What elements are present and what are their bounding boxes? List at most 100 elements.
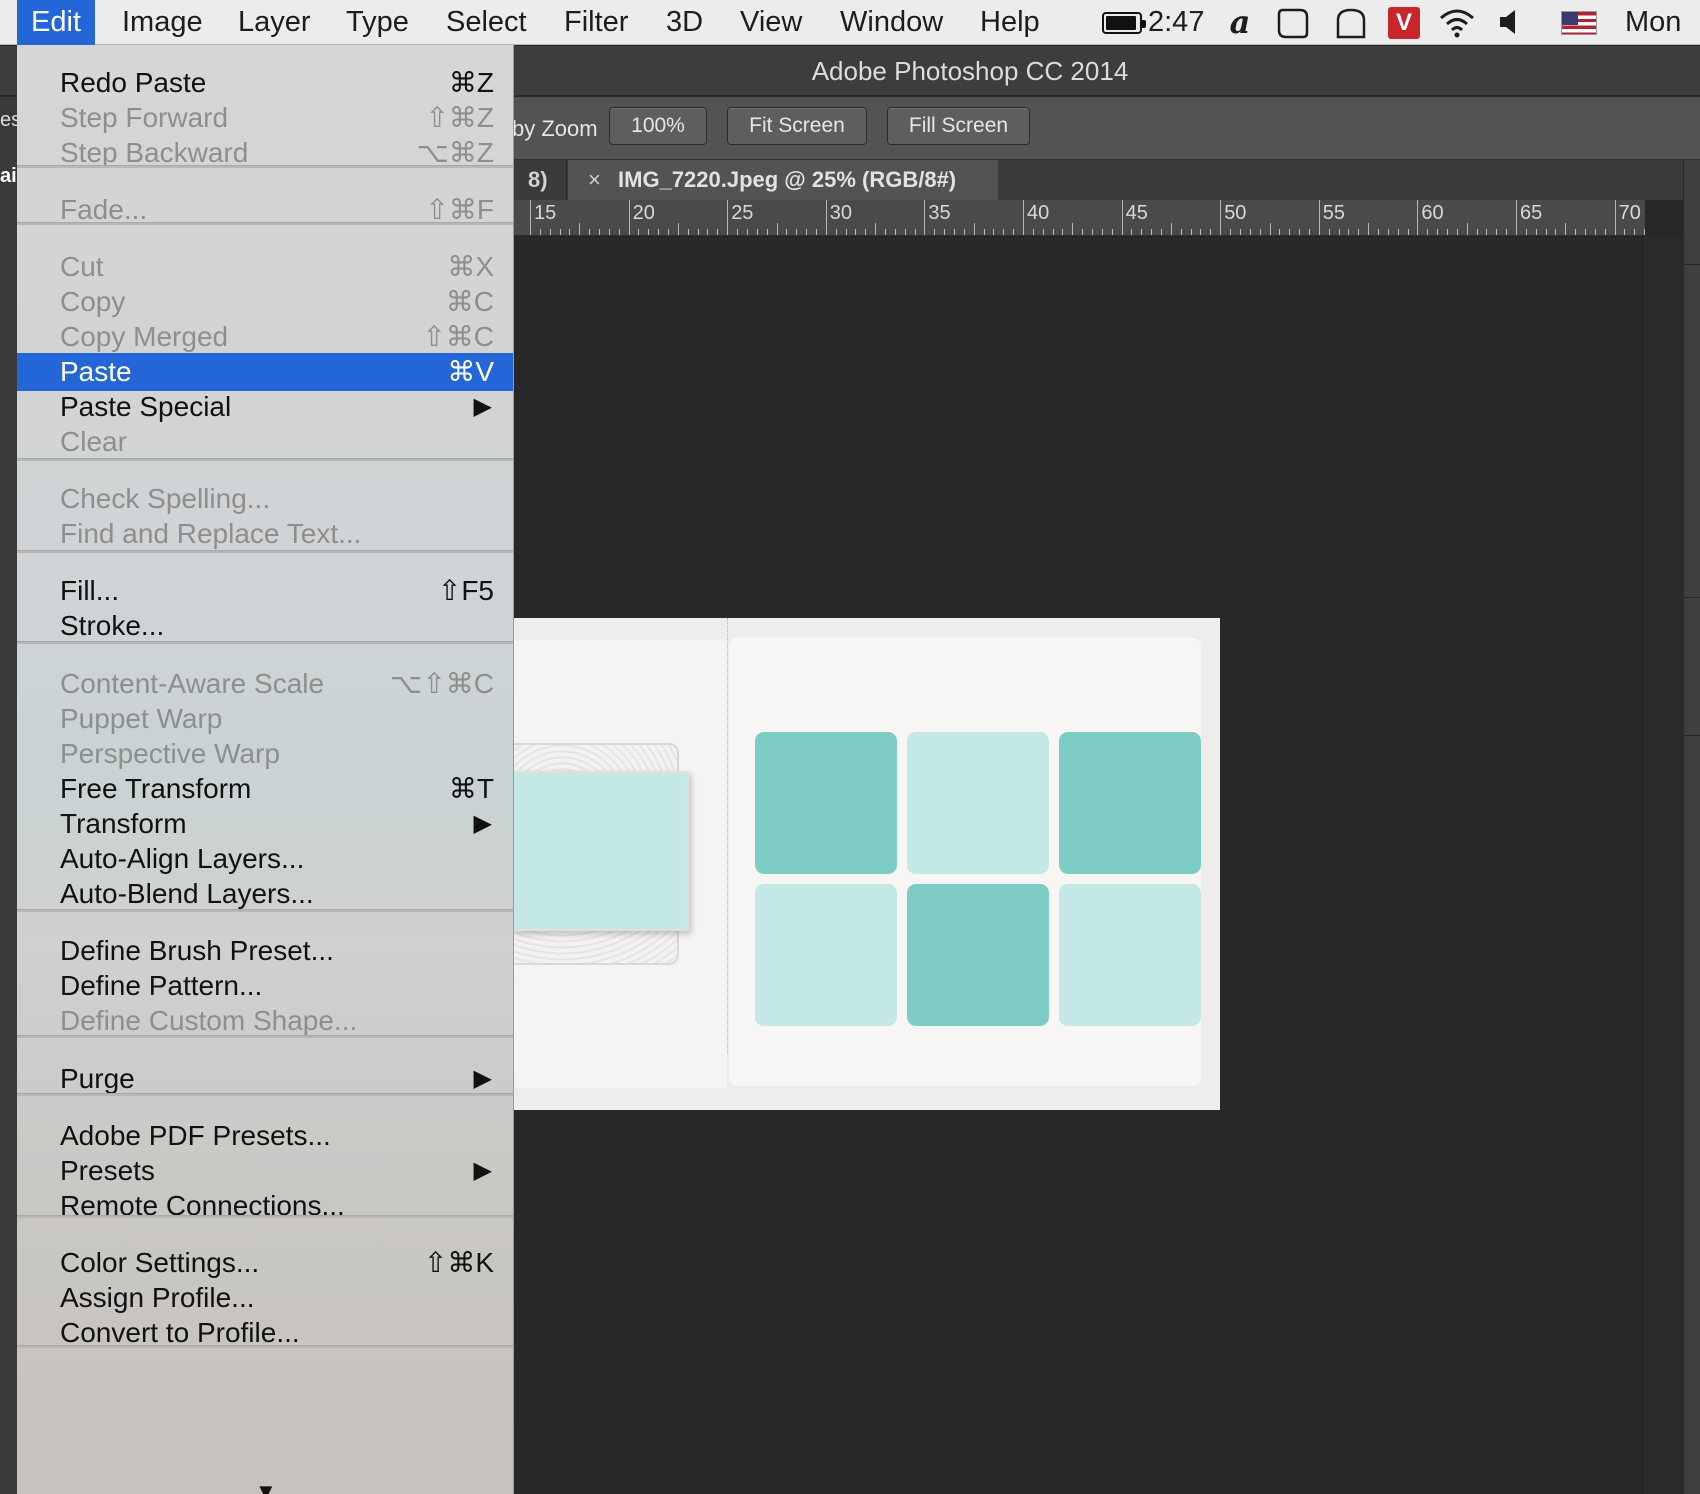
menu-item-label: Check Spelling... bbox=[60, 483, 271, 514]
menu-item-label: Copy bbox=[60, 286, 126, 317]
horizontal-ruler[interactable]: 15 20 25 30 35 40 45 50 55 60 65 70 bbox=[500, 200, 1645, 236]
menu-item-shortcut: ⌘T bbox=[448, 773, 494, 804]
ruler-minor-tick bbox=[1052, 229, 1054, 235]
fit-screen-button[interactable]: Fit Screen bbox=[727, 107, 867, 145]
zoom-100-button[interactable]: 100% bbox=[609, 107, 707, 145]
ruler-minor-tick bbox=[1496, 229, 1498, 235]
menu-separator bbox=[17, 1215, 513, 1218]
menu-item-color-settings[interactable]: Color Settings... ⇧⌘K bbox=[17, 1244, 513, 1282]
menu-item-auto-align-layers[interactable]: Auto-Align Layers... bbox=[17, 840, 513, 878]
canvas-right-panel bbox=[729, 638, 1201, 1086]
menubar-filter[interactable]: Filter bbox=[564, 0, 628, 45]
menu-item-label: Step Forward bbox=[60, 102, 229, 133]
menu-item-label: Free Transform bbox=[60, 773, 252, 804]
menu-item-transform[interactable]: Transform ▶ bbox=[17, 805, 513, 843]
tab-previous-document[interactable]: 8) bbox=[512, 160, 567, 200]
ruler-minor-tick bbox=[1486, 229, 1488, 235]
ruler-minor-tick bbox=[1200, 229, 1202, 235]
ruler-minor-tick bbox=[1062, 229, 1064, 235]
menu-item-define-pattern[interactable]: Define Pattern... bbox=[17, 967, 513, 1005]
menubar-layer[interactable]: Layer bbox=[238, 0, 311, 45]
ruler-minor-tick bbox=[983, 229, 985, 235]
ruler-minor-tick bbox=[776, 223, 778, 235]
menu-item-label: Stroke... bbox=[60, 610, 165, 641]
ruler-minor-tick bbox=[1269, 223, 1271, 235]
ruler-minor-tick bbox=[1575, 229, 1577, 235]
menu-item-remote-connections[interactable]: Remote Connections... bbox=[17, 1187, 513, 1225]
menubar-edit[interactable]: Edit bbox=[17, 0, 95, 45]
vivaldi-icon[interactable]: V bbox=[1388, 7, 1420, 39]
menu-separator bbox=[17, 641, 513, 644]
ruler-minor-tick bbox=[1299, 229, 1301, 235]
menu-item-auto-blend-layers[interactable]: Auto-Blend Layers... bbox=[17, 875, 513, 913]
menu-item-label: Define Brush Preset... bbox=[60, 935, 334, 966]
ruler-minor-tick bbox=[973, 223, 975, 235]
menu-item-label: Color Settings... bbox=[60, 1247, 260, 1278]
menu-item-fill[interactable]: Fill... ⇧F5 bbox=[17, 572, 513, 610]
ruler-label: 15 bbox=[534, 202, 557, 224]
ruler-minor-tick bbox=[1565, 223, 1567, 235]
tab-close-icon[interactable]: × bbox=[588, 160, 601, 200]
menu-item-clear: Clear bbox=[17, 423, 513, 461]
menubar-day[interactable]: Mon F bbox=[1625, 0, 1700, 83]
tile-5 bbox=[907, 884, 1049, 1026]
menu-separator bbox=[17, 165, 513, 168]
menubar-3d[interactable]: 3D bbox=[666, 0, 703, 45]
menu-item-shortcut: ⌘X bbox=[447, 251, 494, 282]
menu-item-label: Transform bbox=[60, 808, 187, 839]
us-flag-icon[interactable] bbox=[1561, 11, 1597, 35]
ruler-minor-tick bbox=[953, 229, 955, 235]
ruler-minor-tick bbox=[1348, 229, 1350, 235]
menubar-clock[interactable]: 2:47 bbox=[1148, 0, 1204, 45]
ruler-label: 30 bbox=[829, 202, 853, 224]
tools-panel-fragment-2: ai bbox=[0, 165, 17, 187]
ruler-minor-tick bbox=[1338, 229, 1340, 235]
ruler-minor-tick bbox=[1358, 229, 1360, 235]
ruler-minor-tick bbox=[1466, 223, 1468, 235]
menu-item-shortcut: ⇧F5 bbox=[437, 575, 494, 606]
ruler-major-tick bbox=[924, 200, 926, 235]
menu-scroll-down-icon[interactable]: ▼ bbox=[255, 1479, 277, 1494]
menubar-help[interactable]: Help bbox=[980, 0, 1040, 45]
ruler-major-tick bbox=[1614, 200, 1616, 235]
ruler-minor-tick bbox=[1604, 229, 1606, 235]
ruler-major-tick bbox=[1121, 200, 1123, 235]
volume-icon[interactable] bbox=[1495, 0, 1525, 45]
tab-img-7220[interactable]: × IMG_7220.Jpeg @ 25% (RGB/8#) bbox=[568, 160, 998, 200]
alfred-icon[interactable]: a bbox=[1225, 0, 1255, 45]
menubar-window[interactable]: Window bbox=[840, 0, 943, 45]
vertical-scrollbar-track[interactable] bbox=[1645, 236, 1683, 1494]
ruler-label: 45 bbox=[1125, 202, 1148, 224]
menu-item-assign-profile[interactable]: Assign Profile... bbox=[17, 1279, 513, 1317]
menu-item-presets[interactable]: Presets ▶ bbox=[17, 1152, 513, 1190]
menu-item-define-brush-preset[interactable]: Define Brush Preset... bbox=[17, 932, 513, 970]
menu-item-free-transform[interactable]: Free Transform ⌘T bbox=[17, 770, 513, 808]
menubar-select[interactable]: Select bbox=[446, 0, 527, 45]
ruler-minor-tick bbox=[1161, 229, 1163, 235]
wifi-icon[interactable] bbox=[1437, 0, 1477, 45]
ruler-minor-tick bbox=[579, 223, 581, 235]
ruler-label: 20 bbox=[632, 202, 655, 224]
fill-screen-button[interactable]: Fill Screen bbox=[887, 107, 1030, 145]
menubar-image[interactable]: Image bbox=[122, 0, 203, 45]
menu-item-paste-special[interactable]: Paste Special ▶ bbox=[17, 388, 513, 426]
ruler-minor-tick bbox=[1456, 229, 1458, 235]
menu-item-label: Adobe PDF Presets... bbox=[60, 1120, 331, 1151]
ruler-minor-tick bbox=[737, 229, 739, 235]
tab-title: IMG_7220.Jpeg @ 25% (RGB/8#) bbox=[618, 167, 957, 192]
menu-item-redo-paste[interactable]: Redo Paste ⌘Z bbox=[17, 64, 513, 102]
ruler-minor-tick bbox=[786, 229, 788, 235]
menu-item-stroke[interactable]: Stroke... bbox=[17, 607, 513, 645]
notification-icon[interactable] bbox=[1273, 0, 1313, 45]
ruler-minor-tick bbox=[1634, 229, 1636, 235]
ruler-minor-tick bbox=[1141, 229, 1143, 235]
document-canvas[interactable] bbox=[513, 618, 1220, 1110]
menu-item-paste[interactable]: Paste ⌘V bbox=[17, 353, 513, 391]
menubar-view[interactable]: View bbox=[740, 0, 802, 45]
menubar-type[interactable]: Type bbox=[346, 0, 409, 45]
menu-item-step-forward: Step Forward ⇧⌘Z bbox=[17, 99, 513, 137]
menu-item-adobe-pdf-presets[interactable]: Adobe PDF Presets... bbox=[17, 1117, 513, 1155]
ruler-minor-tick bbox=[746, 229, 748, 235]
battery-icon[interactable] bbox=[1102, 12, 1146, 34]
bag-icon[interactable] bbox=[1331, 0, 1371, 45]
